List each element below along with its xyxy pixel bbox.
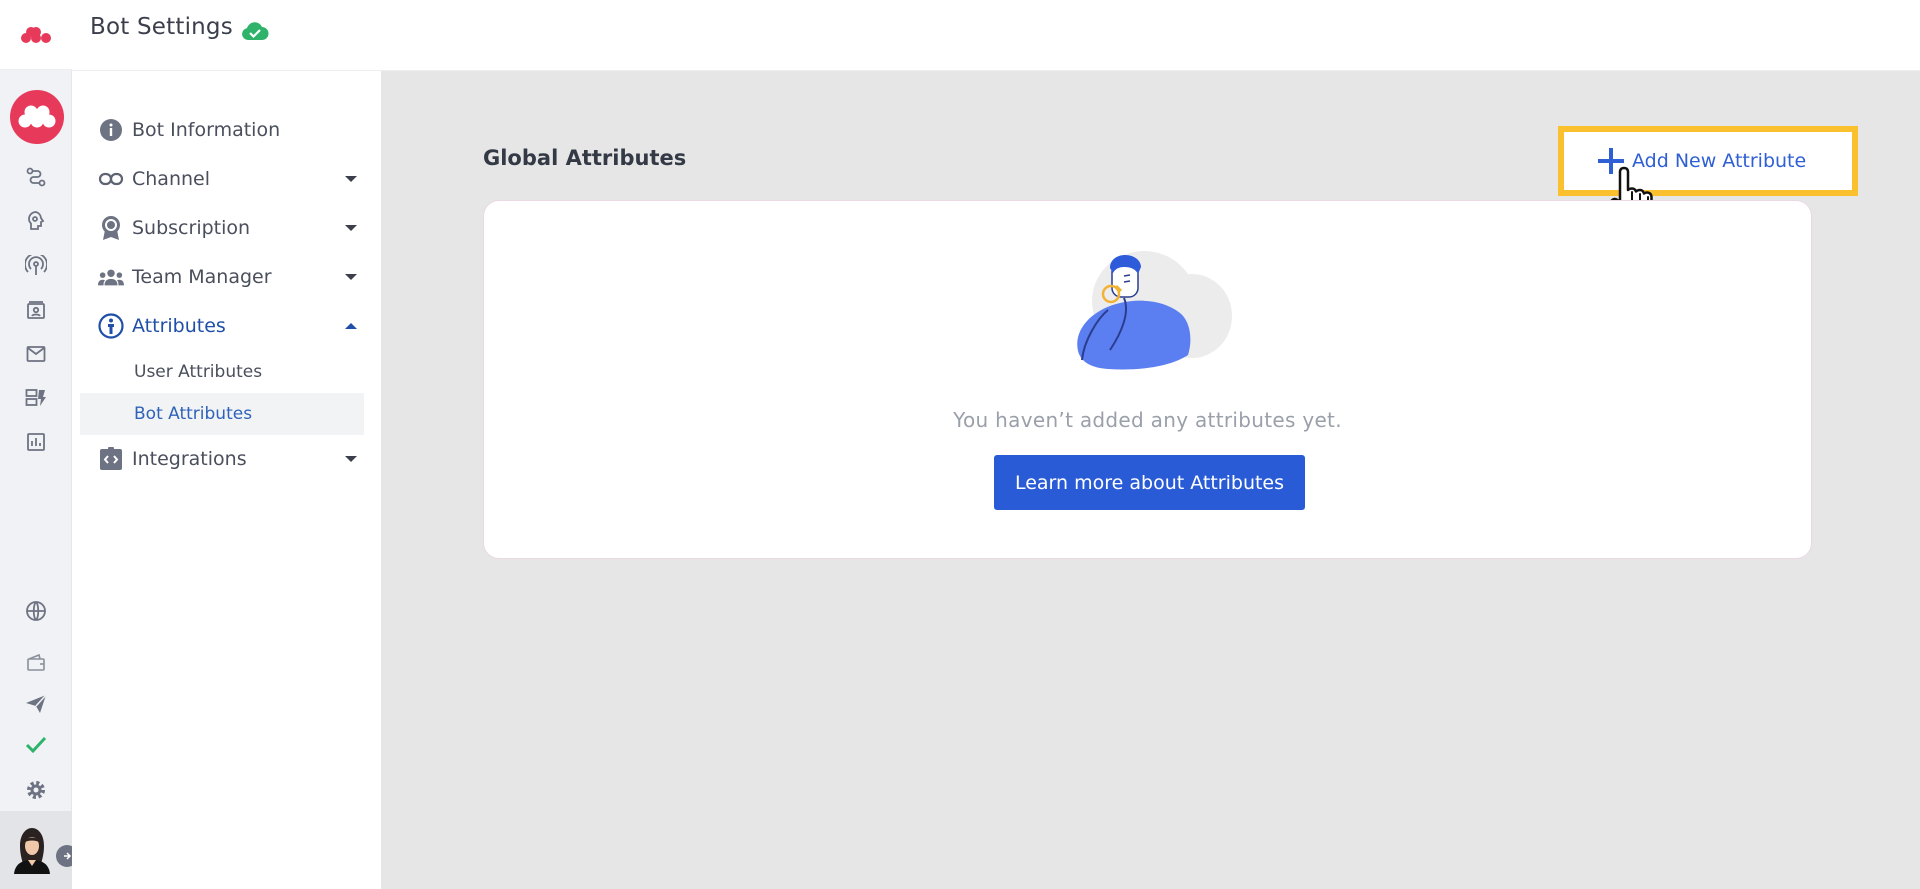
chevron-down-icon[interactable] bbox=[344, 174, 358, 184]
check-icon[interactable] bbox=[22, 731, 50, 759]
nav-item-subscription[interactable]: Subscription bbox=[98, 213, 368, 243]
info-icon bbox=[98, 117, 124, 143]
chevron-down-icon[interactable] bbox=[344, 272, 358, 282]
templates-icon[interactable] bbox=[22, 384, 50, 412]
globe-icon[interactable] bbox=[22, 597, 50, 625]
settings-nav: Bot Information Channel Subscription Tea… bbox=[72, 71, 381, 889]
nav-label: Attributes bbox=[132, 315, 226, 337]
empty-state-message: You haven’t added any attributes yet. bbox=[953, 408, 1342, 432]
page-title: Bot Settings bbox=[90, 14, 233, 40]
send-icon[interactable] bbox=[22, 690, 50, 718]
contacts-icon[interactable] bbox=[22, 296, 50, 324]
add-new-attribute-label: Add New Attribute bbox=[1632, 150, 1807, 172]
nav-label: Integrations bbox=[132, 448, 247, 470]
nav-label: Channel bbox=[132, 168, 211, 190]
brand-logo[interactable] bbox=[0, 0, 72, 70]
cloud-check-icon bbox=[242, 22, 269, 40]
link-icon bbox=[98, 166, 124, 192]
nav-item-team-manager[interactable]: Team Manager bbox=[98, 262, 368, 292]
empty-state-card: You haven’t added any attributes yet. Le… bbox=[483, 200, 1812, 559]
bot-logo-icon bbox=[18, 105, 56, 128]
empty-state-illustration bbox=[1077, 251, 1232, 370]
bot-avatar[interactable] bbox=[10, 90, 64, 144]
add-new-attribute-button[interactable]: Add New Attribute bbox=[1558, 126, 1858, 196]
integrations-icon bbox=[98, 446, 124, 472]
bot-flow-icon[interactable] bbox=[22, 163, 50, 191]
nav-sub-user-attributes[interactable]: User Attributes bbox=[80, 351, 364, 393]
chevron-down-icon[interactable] bbox=[344, 454, 358, 464]
chevron-down-icon[interactable] bbox=[344, 223, 358, 233]
nav-label: Subscription bbox=[132, 217, 251, 239]
user-avatar[interactable] bbox=[10, 824, 54, 874]
broadcast-icon[interactable] bbox=[22, 252, 50, 280]
nav-item-bot-information[interactable]: Bot Information bbox=[98, 115, 368, 145]
wallet-icon[interactable] bbox=[22, 648, 50, 676]
arrow-right-icon bbox=[64, 852, 72, 860]
nav-label: Bot Information bbox=[132, 119, 281, 141]
nav-sub-bot-attributes[interactable]: Bot Attributes bbox=[80, 393, 364, 435]
attribute-icon bbox=[98, 313, 124, 339]
left-icon-rail bbox=[0, 0, 78, 889]
nav-item-channel[interactable]: Channel bbox=[98, 164, 368, 194]
mail-icon[interactable] bbox=[22, 340, 50, 368]
team-icon bbox=[98, 264, 124, 290]
nav-item-integrations[interactable]: Integrations bbox=[98, 444, 368, 474]
main-content: Global Attributes Add New Attribute You … bbox=[381, 71, 1920, 889]
chevron-up-icon[interactable] bbox=[344, 321, 358, 331]
gear-icon[interactable] bbox=[22, 776, 50, 804]
brand-logo-icon bbox=[21, 26, 51, 43]
top-header: Bot Settings bbox=[72, 0, 1920, 71]
section-title: Global Attributes bbox=[483, 146, 687, 170]
learn-more-button[interactable]: Learn more about Attributes bbox=[994, 455, 1305, 510]
brain-icon[interactable] bbox=[22, 207, 50, 235]
badge-icon bbox=[98, 215, 124, 241]
analytics-icon[interactable] bbox=[22, 428, 50, 456]
nav-label: Team Manager bbox=[132, 266, 272, 288]
nav-item-attributes[interactable]: Attributes bbox=[98, 311, 368, 341]
plus-icon bbox=[1598, 148, 1624, 174]
